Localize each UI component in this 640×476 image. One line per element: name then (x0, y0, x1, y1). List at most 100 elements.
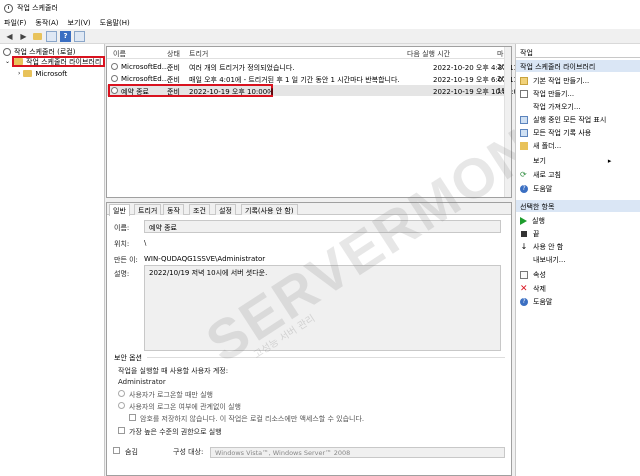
tab-actions[interactable]: 동작 (163, 204, 184, 215)
actions-title: 작업 (516, 46, 640, 58)
action-create-basic-task[interactable]: 기본 작업 만들기... (520, 75, 589, 86)
hidden-checkbox[interactable] (113, 447, 120, 454)
task-icon (111, 75, 118, 82)
stop-icon (521, 230, 527, 237)
task-status: 준비 (167, 88, 180, 96)
task-icon (111, 87, 118, 94)
description-label: 설명: (114, 270, 130, 278)
highest-privileges-checkbox[interactable] (118, 427, 125, 434)
task-list-header: 이름 상태 트리거 다음 실행 시간 마지 (107, 47, 511, 59)
folder-icon (14, 58, 23, 65)
tab-settings[interactable]: 설정 (215, 204, 236, 215)
radio-logon-only-label: 사용자가 로그온할 때만 실행 (129, 391, 213, 399)
hidden-label: 숨김 (125, 448, 138, 456)
task-status: 준비 (167, 64, 180, 72)
action-export[interactable]: 내보내기... (520, 254, 565, 265)
action-delete[interactable]: ✕ 삭제 (520, 283, 546, 294)
back-icon[interactable]: ◀ (4, 31, 15, 42)
run-icon (520, 216, 527, 225)
run-account-value: Administrator (118, 378, 166, 386)
action-show-running[interactable]: 실행 중인 모든 작업 표시 (520, 114, 606, 125)
forward-icon[interactable]: ▶ (18, 31, 29, 42)
tab-general[interactable]: 일반 (109, 204, 130, 216)
action-end[interactable]: 끝 (520, 228, 539, 239)
action-run[interactable]: 실행 (520, 215, 545, 226)
expand-chevron-icon[interactable]: › (18, 70, 20, 77)
actions-pane: 작업 작업 스케줄러 라이브러리 기본 작업 만들기... 작업 만들기... … (515, 44, 640, 476)
col-next-run[interactable]: 다음 실행 시간 (407, 49, 450, 59)
actions-section-selected[interactable]: 선택한 항목 (516, 200, 640, 212)
blank-icon (520, 157, 528, 165)
task-detail-pane: 일반 트리거 동작 조건 설정 기록(사용 안 함) 이름: 예약 종료 위치:… (106, 202, 512, 476)
action-new-folder[interactable]: 새 폴더... (520, 140, 561, 151)
location-value: \ (144, 239, 147, 247)
action-disable[interactable]: ↓ 사용 안 함 (520, 241, 564, 252)
show-hide-tree-icon[interactable] (46, 30, 57, 42)
action-help-selected[interactable]: ? 도움말 (520, 296, 552, 307)
table-row[interactable]: MicrosoftEd... 준비 매일 오후 4:01에 - 트리거된 후 1… (107, 73, 518, 84)
no-password-checkbox[interactable] (129, 414, 136, 421)
collapse-chevron-icon[interactable]: ⌄ (5, 58, 10, 65)
actions-section-library[interactable]: 작업 스케줄러 라이브러리 (516, 60, 640, 72)
wizard-icon (520, 76, 528, 85)
task-name-value: 예약 종료 (149, 224, 177, 232)
title-bar: 작업 스케줄러 (0, 0, 640, 16)
radio-regardless-logon-label: 사용자의 로그온 여부에 관계없이 실행 (129, 403, 241, 411)
folder-icon (23, 70, 33, 77)
refresh-icon: ⟳ (520, 169, 527, 179)
new-task-icon (520, 89, 528, 98)
action-enable-history[interactable]: 모든 작업 기록 사용 (520, 127, 591, 138)
action-help[interactable]: ? 도움말 (520, 183, 552, 194)
help-icon: ? (520, 297, 528, 306)
divider (147, 357, 505, 358)
navigation-tree: 작업 스케줄러 (로컬) 작업 스케줄러 라이브러리 ⌄ › Microsoft (0, 44, 106, 476)
configure-for-select[interactable]: Windows Vista™, Windows Server™ 2008 (210, 447, 505, 458)
author-label: 만든 이: (114, 256, 138, 264)
security-options-title: 보안 옵션 (114, 354, 142, 362)
menu-view[interactable]: 보기(V) (68, 18, 91, 28)
action-create-task[interactable]: 작업 만들기... (520, 88, 574, 99)
radio-regardless-logon[interactable] (118, 402, 125, 409)
window-title: 작업 스케줄러 (17, 4, 58, 12)
tab-conditions[interactable]: 조건 (189, 204, 210, 215)
action-view[interactable]: 보기 ▸ (520, 155, 611, 166)
tree-item-library[interactable]: 작업 스케줄러 라이브러리 (12, 56, 106, 67)
radio-logon-only[interactable] (118, 390, 125, 397)
description-value: 2022/10/19 저녁 10시에 서버 셧다운. (149, 269, 268, 277)
tree-library-label: 작업 스케줄러 라이브러리 (26, 57, 102, 66)
col-status[interactable]: 상태 (167, 49, 180, 59)
name-label: 이름: (114, 224, 130, 232)
menu-file[interactable]: 파일(F) (4, 18, 26, 28)
table-row-selected[interactable]: 예약 종료 준비 2022-10-19 오후 10:00에 2022-10-19… (107, 84, 522, 97)
show-hide-action-pane-icon[interactable] (74, 30, 85, 42)
tree-root-label: 작업 스케줄러 (로컬) (14, 47, 76, 56)
clock-icon (3, 47, 11, 56)
help-icon[interactable]: ? (60, 30, 71, 42)
menu-help[interactable]: 도움말(H) (100, 18, 130, 28)
table-row[interactable]: MicrosoftEd... 준비 여러 개의 트리거가 정의되었습니다. 20… (107, 61, 518, 72)
blank-icon (520, 256, 528, 264)
configure-for-label: 구성 대상: (173, 448, 204, 456)
task-icon (111, 63, 118, 70)
tab-history[interactable]: 기록(사용 안 함) (241, 204, 298, 215)
menu-action[interactable]: 동작(A) (35, 18, 58, 28)
action-properties[interactable]: 속성 (520, 269, 546, 280)
col-name[interactable]: 이름 (113, 49, 126, 59)
task-trigger: 여러 개의 트리거가 정의되었습니다. (189, 64, 295, 72)
menu-bar: 파일(F) 동작(A) 보기(V) 도움말(H) (0, 16, 640, 29)
delete-icon: ✕ (520, 283, 528, 294)
col-trigger[interactable]: 트리거 (189, 49, 208, 59)
submenu-arrow-icon: ▸ (607, 156, 612, 165)
action-import-task[interactable]: 작업 가져오기... (520, 101, 581, 112)
task-name: 예약 종료 (121, 88, 149, 96)
tree-item-microsoft[interactable]: › Microsoft (18, 68, 67, 79)
task-name: MicrosoftEd... (121, 63, 169, 71)
action-refresh[interactable]: ⟳ 새로 고침 (520, 169, 561, 180)
location-label: 위치: (114, 240, 130, 248)
up-folder-icon[interactable] (32, 31, 43, 42)
tree-microsoft-label: Microsoft (35, 69, 68, 78)
tab-triggers[interactable]: 트리거 (134, 204, 162, 215)
task-name: MicrosoftEd... (121, 75, 169, 83)
no-password-label: 암호를 저장하지 않습니다. 이 작업은 로컬 리소스에만 액세스할 수 있습니… (140, 415, 365, 423)
author-value: WIN-QUDAQG1SSVE\Administrator (144, 255, 266, 263)
